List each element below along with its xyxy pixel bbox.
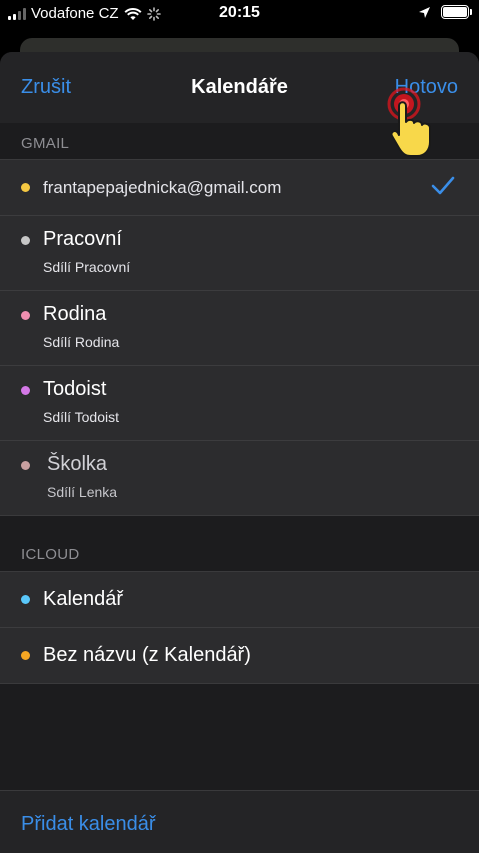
calendar-shared-by: Sdílí Rodina bbox=[43, 334, 120, 350]
calendar-color-dot bbox=[21, 461, 30, 470]
calendar-shared-by: Sdílí Todoist bbox=[43, 409, 120, 425]
calendar-color-dot bbox=[21, 311, 30, 320]
calendar-row-kalendar[interactable]: Kalendář bbox=[0, 572, 479, 628]
calendar-name: Bez názvu (z Kalendář) bbox=[43, 644, 251, 666]
battery-icon bbox=[441, 5, 472, 19]
add-calendar-button[interactable]: Přidat kalendář bbox=[21, 813, 156, 836]
gmail-calendar-list: frantapepajednicka@gmail.com Pracovní Sd… bbox=[0, 159, 479, 516]
calendar-name: Kalendář bbox=[43, 588, 124, 610]
tap-hand-icon bbox=[387, 87, 431, 157]
calendar-name: Školka bbox=[47, 453, 108, 475]
calendars-sheet: Zrušit Kalendáře Hotovo GMAIL frantapepa… bbox=[0, 52, 479, 853]
calendar-color-dot bbox=[21, 386, 30, 395]
calendar-color-dot bbox=[21, 236, 30, 245]
calendar-name: frantapepajednicka@gmail.com bbox=[43, 178, 282, 197]
calendar-row-pracovni[interactable]: Pracovní Sdílí Pracovní bbox=[0, 216, 479, 291]
checkmark-icon bbox=[431, 176, 455, 195]
calendar-name: Rodina bbox=[43, 303, 107, 325]
add-calendar-bar: Přidat kalendář bbox=[0, 790, 479, 853]
calendar-row-gmail-account[interactable]: frantapepajednicka@gmail.com bbox=[0, 160, 479, 216]
status-bar: Vodafone CZ 20:15 bbox=[0, 0, 479, 28]
status-right bbox=[418, 5, 472, 19]
calendar-color-dot bbox=[21, 183, 30, 192]
calendar-color-dot bbox=[21, 651, 30, 660]
calendar-name: Todoist bbox=[43, 378, 107, 400]
icloud-calendar-list: Kalendář Bez názvu (z Kalendář) bbox=[0, 571, 479, 684]
section-header-icloud: ICLOUD bbox=[21, 546, 80, 563]
calendar-shared-by: Sdílí Lenka bbox=[47, 484, 118, 500]
calendar-name: Pracovní bbox=[43, 228, 122, 250]
calendar-row-skolka[interactable]: Školka Sdílí Lenka bbox=[0, 441, 479, 515]
clock: 20:15 bbox=[219, 4, 260, 21]
calendar-shared-by: Sdílí Pracovní bbox=[43, 259, 131, 275]
calendar-color-dot bbox=[21, 595, 30, 604]
calendar-row-todoist[interactable]: Todoist Sdílí Todoist bbox=[0, 366, 479, 441]
calendar-row-rodina[interactable]: Rodina Sdílí Rodina bbox=[0, 291, 479, 366]
calendar-row-bez-nazvu[interactable]: Bez názvu (z Kalendář) bbox=[0, 628, 479, 683]
section-header-gmail: GMAIL bbox=[21, 135, 70, 152]
location-arrow-icon bbox=[419, 6, 430, 18]
